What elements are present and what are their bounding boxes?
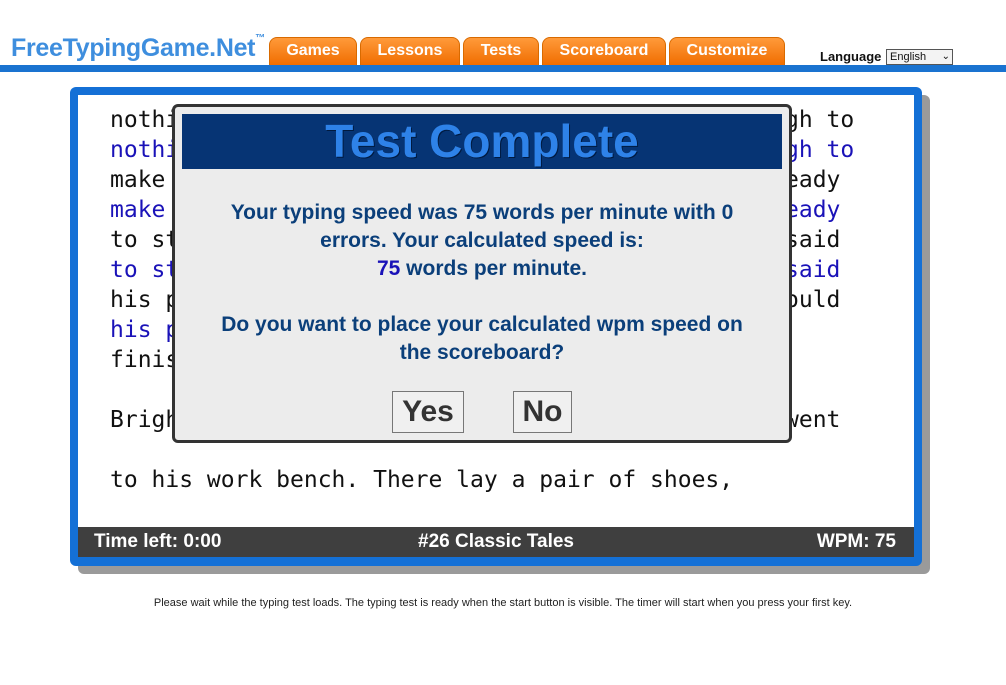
text-line-2-source: make eady — [110, 165, 840, 195]
time-left: Time left: 0:00 — [94, 531, 222, 552]
tab-lessons[interactable]: Lessons — [360, 37, 460, 65]
text-line-5-source: finis — [110, 345, 179, 375]
tab-customize[interactable]: Customize — [669, 37, 785, 65]
logo-trademark: ™ — [255, 32, 265, 44]
header-divider-bar — [0, 65, 1006, 72]
text-fragment: nothi — [110, 107, 180, 133]
yes-button[interactable]: Yes — [392, 391, 464, 433]
language-select-value: English — [890, 51, 927, 63]
text-fragment: finis — [110, 347, 180, 373]
text-fragment: gh to — [785, 107, 855, 133]
calculated-speed-value: 75 — [376, 257, 401, 280]
text-fragment: said — [785, 257, 841, 283]
text-fragment: eady — [785, 197, 841, 223]
text-fragment: eady — [785, 167, 841, 193]
text-fragment: said — [785, 227, 841, 253]
text-fragment: his p — [110, 287, 180, 313]
text-fragment: to st — [110, 227, 180, 253]
status-bar: #26 Classic Tales Time left: 0:00 WPM: 7… — [78, 527, 914, 557]
text-fragment: to st — [110, 257, 180, 283]
text-line-1-source: nothi gh to — [110, 105, 854, 135]
result-line-3: 75 words per minute. — [175, 255, 789, 283]
language-label: Language — [820, 49, 882, 64]
tab-scoreboard[interactable]: Scoreboard — [542, 37, 666, 65]
test-complete-dialog: Test Complete Your typing speed was 75 w… — [172, 104, 792, 443]
tab-games[interactable]: Games — [269, 37, 357, 65]
text-line-2-typed: make eady — [110, 195, 840, 225]
text-fragment: make — [110, 167, 166, 193]
site-logo[interactable]: FreeTypingGame.Net™ — [11, 32, 265, 63]
language-select[interactable]: English ⌄ — [886, 49, 953, 65]
question-line-1: Do you want to place your calculated wpm… — [221, 313, 743, 336]
tab-tests[interactable]: Tests — [463, 37, 539, 65]
text-fragment: ould — [785, 287, 841, 313]
text-fragment: gh to — [785, 137, 855, 163]
logo-text: FreeTypingGame.Net — [11, 34, 256, 62]
text-fragment: nothi — [110, 137, 180, 163]
text-line-6-source: Brigh went — [110, 405, 840, 435]
question-line-2: the scoreboard? — [399, 341, 565, 364]
text-line-4-source: his p ould — [110, 285, 840, 315]
text-fragment: Brigh — [110, 407, 180, 433]
result-line-1: Your typing speed was 75 words per minut… — [230, 201, 734, 224]
dialog-title: Test Complete — [182, 114, 782, 169]
chevron-down-icon: ⌄ — [941, 51, 950, 62]
text-fragment: went — [785, 407, 841, 433]
text-line-3-source: to st said — [110, 225, 840, 255]
text-fragment: his p — [110, 317, 180, 343]
text-line-3-typed: to st said — [110, 255, 840, 285]
text-line-7-source: to his work bench. There lay a pair of s… — [110, 467, 734, 493]
result-line-2: errors. Your calculated speed is: — [320, 229, 644, 252]
loading-notice: Please wait while the typing test loads.… — [153, 597, 853, 609]
wpm-readout: WPM: 75 — [816, 531, 896, 552]
text-line-4-typed: his p — [110, 315, 179, 345]
no-button[interactable]: No — [513, 391, 572, 433]
text-line-1-typed: nothi gh to — [110, 135, 854, 165]
text-fragment: make — [110, 197, 166, 223]
calculated-speed-suffix: words per minute. — [400, 257, 588, 280]
